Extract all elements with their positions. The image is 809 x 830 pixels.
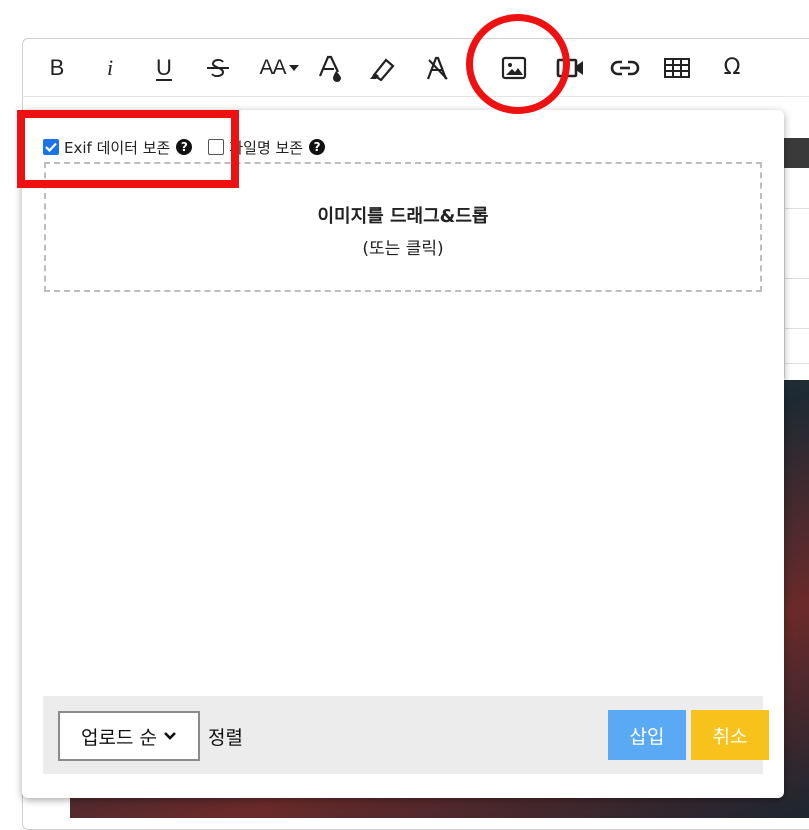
link-icon: [610, 60, 640, 76]
strikethrough-icon: [207, 58, 229, 78]
dropzone-title: 이미지를 드래그&드롭: [317, 206, 489, 227]
strikethrough-button[interactable]: [204, 54, 232, 82]
italic-button[interactable]: i: [100, 54, 120, 82]
dropzone-subtitle: (또는 클릭): [362, 239, 444, 259]
font-color-button[interactable]: [317, 54, 343, 82]
link-button[interactable]: [610, 54, 640, 82]
caret-down-icon: [288, 65, 299, 71]
chevron-down-icon: [164, 732, 176, 740]
background-header-strip: [784, 138, 809, 168]
italic-icon: i: [106, 55, 114, 80]
bold-icon: B: [49, 55, 65, 80]
filename-help-icon[interactable]: ?: [309, 139, 326, 155]
highlight-box-annotation: [17, 110, 239, 188]
special-char-button[interactable]: Ω: [720, 54, 744, 82]
table-icon: [664, 58, 690, 78]
sort-order-value: 업로드 순: [81, 726, 157, 749]
sort-label: 정렬: [208, 727, 243, 749]
modal-footer: 업로드 순 정렬 삽입 취소: [43, 696, 769, 774]
highlight-circle-annotation: [466, 14, 570, 114]
insert-button[interactable]: 삽입: [608, 710, 686, 760]
omega-icon: Ω: [723, 55, 741, 80]
font-color-icon: [318, 55, 341, 82]
highlighter-icon: [370, 58, 395, 81]
underline-button[interactable]: U: [152, 54, 176, 82]
table-button[interactable]: [662, 54, 692, 82]
filename-label: 파일명 보존: [229, 138, 304, 157]
clear-format-button[interactable]: [424, 54, 450, 82]
editor-toolbar: B i U AA Ω: [22, 38, 809, 97]
background-content: [784, 168, 809, 378]
cancel-button[interactable]: 취소: [691, 710, 769, 760]
clear-format-icon: [426, 56, 448, 80]
font-size-button[interactable]: AA: [254, 54, 304, 82]
sort-order-select[interactable]: 업로드 순: [58, 711, 200, 761]
highlight-button[interactable]: [368, 54, 398, 82]
bold-button[interactable]: B: [46, 54, 68, 82]
image-upload-modal: Exif 데이터 보존 ? 파일명 보존 ? 이미지를 드래그&드롭 (또는 클…: [22, 110, 784, 798]
underline-icon: U: [156, 55, 172, 80]
font-size-icon: AA: [259, 56, 286, 79]
